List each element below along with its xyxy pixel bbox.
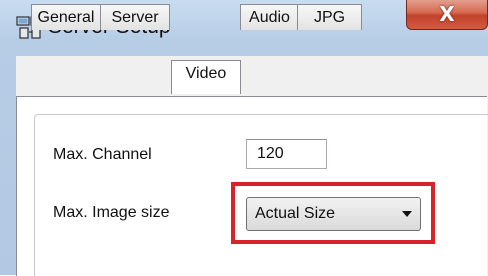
tab-label: Server bbox=[111, 9, 159, 26]
tab-label: General bbox=[37, 9, 95, 26]
tab-label: Video bbox=[185, 65, 227, 82]
close-button[interactable]: X bbox=[406, 0, 488, 30]
close-icon: X bbox=[439, 2, 455, 26]
tab-label: Audio bbox=[249, 9, 290, 26]
chevron-down-icon bbox=[402, 211, 412, 217]
tab-audio[interactable]: Audio bbox=[240, 4, 299, 30]
max-image-size-select[interactable]: Actual Size bbox=[246, 197, 421, 231]
select-value: Actual Size bbox=[255, 205, 336, 222]
max-channel-label: Max. Channel bbox=[53, 146, 152, 163]
tab-label: JPG bbox=[313, 9, 346, 26]
tab-server[interactable]: Server bbox=[100, 4, 170, 30]
max-channel-input[interactable]: 120 bbox=[246, 139, 327, 169]
tab-video[interactable]: Video bbox=[171, 60, 241, 94]
tab-jpg[interactable]: JPG bbox=[297, 4, 362, 30]
max-image-size-label: Max. Image size bbox=[53, 204, 170, 221]
server-setup-window: Server Setup X General Server Video Audi… bbox=[0, 0, 488, 276]
tab-general[interactable]: General bbox=[31, 4, 101, 30]
